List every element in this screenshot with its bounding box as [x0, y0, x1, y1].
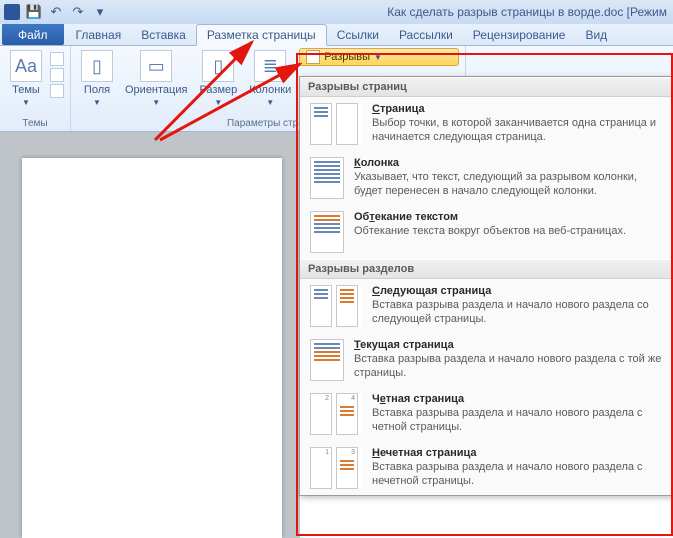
continuous-section-icon — [310, 339, 344, 381]
themes-button[interactable]: Aa Темы ▼ — [6, 48, 46, 109]
title-bar: 💾 ↶ ↷ ▾ Как сделать разрыв страницы в во… — [0, 0, 673, 24]
chevron-down-icon: ▼ — [152, 98, 160, 107]
document-title: Как сделать разрыв страницы в ворде.doc … — [387, 5, 669, 19]
page-break-icon — [310, 103, 362, 145]
group-label-page-setup: Параметры стран — [227, 118, 309, 130]
word-icon — [4, 4, 20, 20]
ribbon-tabs: Файл Главная Вставка Разметка страницы С… — [0, 24, 673, 46]
themes-icon: Aa — [10, 50, 42, 82]
section-even-desc: Вставка разрыва раздела и начало нового … — [372, 407, 662, 435]
column-break-icon — [310, 157, 344, 199]
break-column-title: Колонка — [354, 157, 662, 169]
chevron-down-icon: ▼ — [22, 98, 30, 107]
chevron-down-icon: ▼ — [374, 53, 382, 62]
margins-button[interactable]: ▯ Поля ▼ — [77, 48, 117, 109]
chevron-down-icon: ▼ — [266, 98, 274, 107]
tab-mailings[interactable]: Рассылки — [389, 24, 463, 45]
section-even-title: Четная страница — [372, 393, 662, 405]
group-label-themes: Темы — [22, 118, 47, 130]
tab-references[interactable]: Ссылки — [327, 24, 389, 45]
breaks-icon — [306, 50, 320, 64]
orientation-button[interactable]: ▭ Ориентация ▼ — [121, 48, 191, 109]
quick-access-toolbar: 💾 ↶ ↷ ▾ — [24, 2, 110, 22]
save-icon[interactable]: 💾 — [24, 2, 44, 22]
section-cont-title: Текущая страница — [354, 339, 662, 351]
tab-home[interactable]: Главная — [66, 24, 132, 45]
file-tab[interactable]: Файл — [2, 24, 64, 45]
break-page-desc: Выбор точки, в которой заканчивается одн… — [372, 117, 662, 145]
qat-customize-icon[interactable]: ▾ — [90, 2, 110, 22]
break-text-wrapping[interactable]: Обтекание текстом Обтекание текста вокру… — [300, 205, 672, 259]
theme-options — [50, 48, 64, 98]
columns-button[interactable]: ≣ Колонки ▼ — [245, 48, 295, 109]
section-odd-page[interactable]: 1 3 Нечетная страница Вставка разрыва ра… — [300, 441, 672, 495]
columns-icon: ≣ — [254, 50, 286, 82]
break-page-title: Страница — [372, 103, 662, 115]
page — [22, 158, 282, 538]
document-area — [0, 132, 300, 538]
section-continuous[interactable]: Текущая страница Вставка разрыва раздела… — [300, 333, 672, 387]
tab-view[interactable]: Вид — [575, 24, 617, 45]
text-wrap-break-icon — [310, 211, 344, 253]
section-odd-desc: Вставка разрыва раздела и начало нового … — [372, 461, 662, 489]
next-page-section-icon — [310, 285, 362, 327]
size-icon: ▯ — [202, 50, 234, 82]
group-themes: Aa Темы ▼ Темы — [0, 46, 71, 131]
tab-page-layout[interactable]: Разметка страницы — [196, 24, 327, 46]
page-setup-small: Разрывы ▼ — [299, 48, 459, 66]
section-next-desc: Вставка разрыва раздела и начало нового … — [372, 299, 662, 327]
chevron-down-icon: ▼ — [93, 98, 101, 107]
breaks-section-sections: Разрывы разделов — [300, 259, 672, 279]
section-next-title: Следующая страница — [372, 285, 662, 297]
break-page[interactable]: Страница Выбор точки, в которой заканчив… — [300, 97, 672, 151]
redo-icon[interactable]: ↷ — [68, 2, 88, 22]
tab-insert[interactable]: Вставка — [131, 24, 196, 45]
undo-icon[interactable]: ↶ — [46, 2, 66, 22]
tab-review[interactable]: Рецензирование — [463, 24, 576, 45]
margins-icon: ▯ — [81, 50, 113, 82]
odd-page-section-icon: 1 3 — [310, 447, 362, 489]
break-wrap-title: Обтекание текстом — [354, 211, 662, 223]
section-even-page[interactable]: 2 4 Четная страница Вставка разрыва разд… — [300, 387, 672, 441]
theme-colors-icon[interactable] — [50, 52, 64, 66]
break-column[interactable]: Колонка Указывает, что текст, следующий … — [300, 151, 672, 205]
breaks-section-pages: Разрывы страниц — [300, 77, 672, 97]
orientation-icon: ▭ — [140, 50, 172, 82]
size-button[interactable]: ▯ Размер ▼ — [195, 48, 241, 109]
theme-fonts-icon[interactable] — [50, 68, 64, 82]
break-wrap-desc: Обтекание текста вокруг объектов на веб-… — [354, 225, 662, 239]
section-cont-desc: Вставка разрыва раздела и начало нового … — [354, 353, 662, 381]
chevron-down-icon: ▼ — [214, 98, 222, 107]
break-column-desc: Указывает, что текст, следующий за разры… — [354, 171, 662, 199]
breaks-dropdown: Разрывы страниц Страница Выбор точки, в … — [299, 76, 673, 496]
section-next-page[interactable]: Следующая страница Вставка разрыва разде… — [300, 279, 672, 333]
even-page-section-icon: 2 4 — [310, 393, 362, 435]
breaks-button[interactable]: Разрывы ▼ — [299, 48, 459, 66]
section-odd-title: Нечетная страница — [372, 447, 662, 459]
theme-effects-icon[interactable] — [50, 84, 64, 98]
